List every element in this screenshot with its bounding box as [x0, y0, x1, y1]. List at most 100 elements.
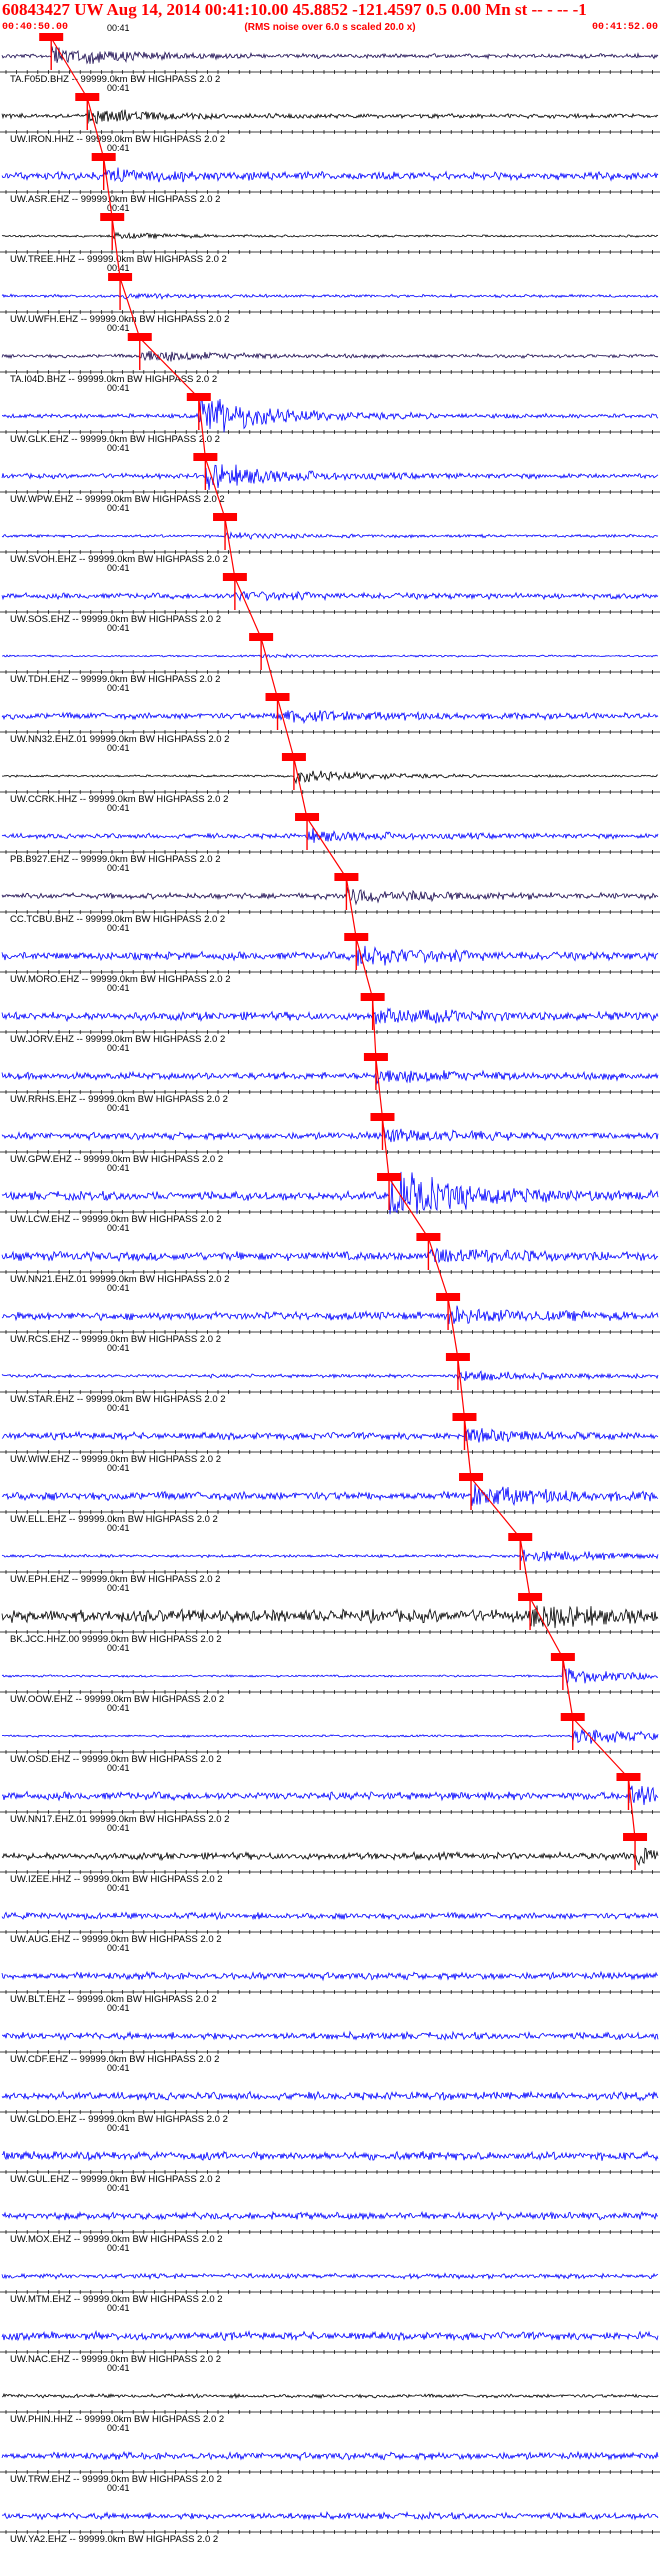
- minute-tick-label: 00:41: [107, 743, 130, 753]
- waveform: [1, 351, 659, 362]
- trace-row: 00:41UW.GPW.EHZ -- 99999.0km BW HIGHPASS…: [0, 1103, 660, 1165]
- waveform: [1, 167, 659, 183]
- minute-tick-label: 00:41: [107, 1163, 130, 1173]
- trace-row: 00:41UW.AUG.EHZ -- 99999.0km BW HIGHPASS…: [0, 1883, 660, 1945]
- minute-tick-label: 00:41: [107, 1343, 130, 1353]
- trace-row: 00:41UW.GLK.EHZ -- 99999.0km BW HIGHPASS…: [0, 383, 660, 445]
- minute-tick-label: 00:41: [107, 1523, 130, 1533]
- minute-tick-label: 00:41: [107, 2063, 130, 2073]
- minute-tick-label: 00:41: [107, 383, 130, 393]
- trace-row: 00:41UW.CDF.EHZ -- 99999.0km BW HIGHPASS…: [0, 2003, 660, 2065]
- trace-row: 00:41UW.OSD.EHZ -- 99999.0km BW HIGHPASS…: [0, 1703, 660, 1765]
- waveform: [1, 1069, 659, 1085]
- trace-row: 00:41UW.ASR.EHZ -- 99999.0km BW HIGHPASS…: [0, 143, 660, 205]
- trace-row: 00:41UW.NN32.EHZ.01 99999.0km BW HIGHPAS…: [0, 683, 660, 745]
- waveform: [1, 1370, 659, 1382]
- minute-tick-label: 00:41: [107, 983, 130, 993]
- minute-tick-label: 00:41: [107, 2003, 130, 2013]
- trace-row: 00:41BK.JCC.HHZ.00 99999.0km BW HIGHPASS…: [0, 1583, 660, 1645]
- waveform: [1, 2511, 659, 2521]
- minute-tick-label: 00:41: [107, 623, 130, 633]
- minute-tick-label: 00:41: [107, 1643, 130, 1653]
- waveform: [2, 770, 658, 785]
- trace-row: 00:41UW.RCS.EHZ -- 99999.0km BW HIGHPASS…: [0, 1283, 660, 1345]
- waveform: [1, 1171, 659, 1215]
- minute-tick-label: 00:41: [107, 143, 130, 153]
- minute-tick-label: 00:41: [107, 1403, 130, 1413]
- trace-row: 00:41UW.RRHS.EHZ -- 99999.0km BW HIGHPAS…: [0, 1043, 660, 1105]
- trace-row: 00:41 UW.YA2.EHZ -- 99999.0km BW HIGHPASS…: [0, 2483, 660, 2545]
- trace-row: 00:41UW.TDH.EHZ -- 99999.0km BW HIGHPASS…: [0, 623, 660, 685]
- waveform: [1, 1247, 659, 1264]
- waveform: [1, 46, 659, 65]
- waveform: [1, 945, 659, 966]
- minute-tick-label: 00:41: [107, 863, 130, 873]
- minute-tick-label: 00:41: [107, 923, 130, 933]
- waveform: [1, 397, 659, 433]
- waveform: [1, 1007, 659, 1025]
- minute-tick-label: 00:41: [107, 1943, 130, 1953]
- trace-row: 00:41UW.GUL.EHZ -- 99999.0km BW HIGHPASS…: [0, 2123, 660, 2185]
- waveform: [2, 653, 658, 659]
- minute-tick-label: 00:41: [107, 1463, 130, 1473]
- minute-tick-label: 00:41: [107, 683, 130, 693]
- trace-row: 00:41UW.MOX.EHZ -- 99999.0km BW HIGHPASS…: [0, 2183, 660, 2245]
- minute-tick-label: 00:41: [107, 2423, 130, 2433]
- waveform: [1, 2272, 659, 2281]
- waveform: [1, 2150, 659, 2162]
- waveform: [1, 1970, 659, 1982]
- waveform: [1, 2450, 659, 2462]
- station-label: UW.YA2.EHZ -- 99999.0km BW HIGHPASS 2.0 …: [10, 2534, 218, 2545]
- trace-row: 00:41UW.SOS.EHZ -- 99999.0km BW HIGHPASS…: [0, 563, 660, 625]
- waveform: [1, 1785, 659, 1806]
- trace-row: 00:41UW.TRW.EHZ -- 99999.0km BW HIGHPASS…: [0, 2423, 660, 2485]
- minute-tick-label: 00:41: [107, 443, 130, 453]
- waveform: [1, 590, 659, 602]
- waveform: [1, 1605, 659, 1629]
- waveform: [1, 887, 659, 906]
- trace-row: 00:41UW.NAC.EHZ -- 99999.0km BW HIGHPASS…: [0, 2303, 660, 2365]
- minute-tick-label: 00:41: [107, 2483, 130, 2493]
- waveform: [1, 231, 659, 240]
- trace-row: 00:41UW.MTM.EHZ -- 99999.0km BW HIGHPASS…: [0, 2243, 660, 2305]
- seismogram-plot: 00:41TA.F05D.BHZ -- 99999.0km BW HIGHPAS…: [0, 23, 660, 2545]
- waveform: [1, 828, 659, 843]
- waveform: [1, 710, 659, 725]
- trace-row: 00:41UW.SVOH.EHZ -- 99999.0km BW HIGHPAS…: [0, 503, 660, 565]
- waveform: [1, 1484, 659, 1506]
- waveform: [1, 1428, 659, 1443]
- minute-tick-label: 00:41: [107, 83, 130, 93]
- minute-tick-label: 00:41: [107, 803, 130, 813]
- moveout-line: [50, 37, 636, 1839]
- minute-tick-label: 00:41: [107, 323, 130, 333]
- trace-row: 00:41UW.MORO.EHZ -- 99999.0km BW HIGHPAS…: [0, 923, 660, 985]
- trace-row: 00:41UW.STAR.EHZ -- 99999.0km BW HIGHPAS…: [0, 1343, 660, 1405]
- trace-row: 00:41TA.I04D.BHZ -- 99999.0km BW HIGHPAS…: [0, 323, 660, 385]
- trace-row: 00:41UW.IRON.HHZ -- 99999.0km BW HIGHPAS…: [0, 83, 660, 145]
- waveform: [1, 1663, 659, 1685]
- waveform: [1, 2392, 659, 2400]
- waveform: [1, 1911, 659, 1921]
- minute-tick-label: 00:41: [107, 1763, 130, 1773]
- trace-row: 00:41TA.F05D.BHZ -- 99999.0km BW HIGHPAS…: [0, 23, 660, 85]
- trace-row: 00:41PB.B927.EHZ -- 99999.0km BW HIGHPAS…: [0, 803, 660, 865]
- minute-tick-label: 00:41: [107, 1283, 130, 1293]
- waveform: [1, 2090, 659, 2102]
- waveform: [1, 531, 659, 540]
- waveform: [1, 2330, 659, 2342]
- trace-row: 00:41UW.LCW.EHZ -- 99999.0km BW HIGHPASS…: [0, 1163, 660, 1225]
- trace-row: 00:41UW.NN17.EHZ.01 99999.0km BW HIGHPAS…: [0, 1763, 660, 1825]
- pick-marker: [39, 33, 64, 41]
- trace-row: 00:41UW.UWFH.EHZ -- 99999.0km BW HIGHPAS…: [0, 263, 660, 325]
- minute-tick-label: 00:41: [107, 23, 130, 33]
- minute-tick-label: 00:41: [107, 1823, 130, 1833]
- trace-row: 00:41UW.JORV.EHZ -- 99999.0km BW HIGHPAS…: [0, 983, 660, 1045]
- trace-row: 00:41UW.CCRK.HHZ -- 99999.0km BW HIGHPAS…: [0, 743, 660, 805]
- minute-tick-label: 00:41: [107, 2363, 130, 2373]
- trace-row: 00:41UW.WIW.EHZ -- 99999.0km BW HIGHPASS…: [0, 1403, 660, 1465]
- minute-tick-label: 00:41: [107, 2123, 130, 2133]
- minute-tick-label: 00:41: [107, 2303, 130, 2313]
- trace-row: 00:41UW.TREE.HHZ -- 99999.0km BW HIGHPAS…: [0, 203, 660, 265]
- trace-row: 00:41UW.GLDO.EHZ -- 99999.0km BW HIGHPAS…: [0, 2063, 660, 2125]
- trace-row: 00:41CC.TCBU.BHZ -- 99999.0km BW HIGHPAS…: [0, 863, 660, 925]
